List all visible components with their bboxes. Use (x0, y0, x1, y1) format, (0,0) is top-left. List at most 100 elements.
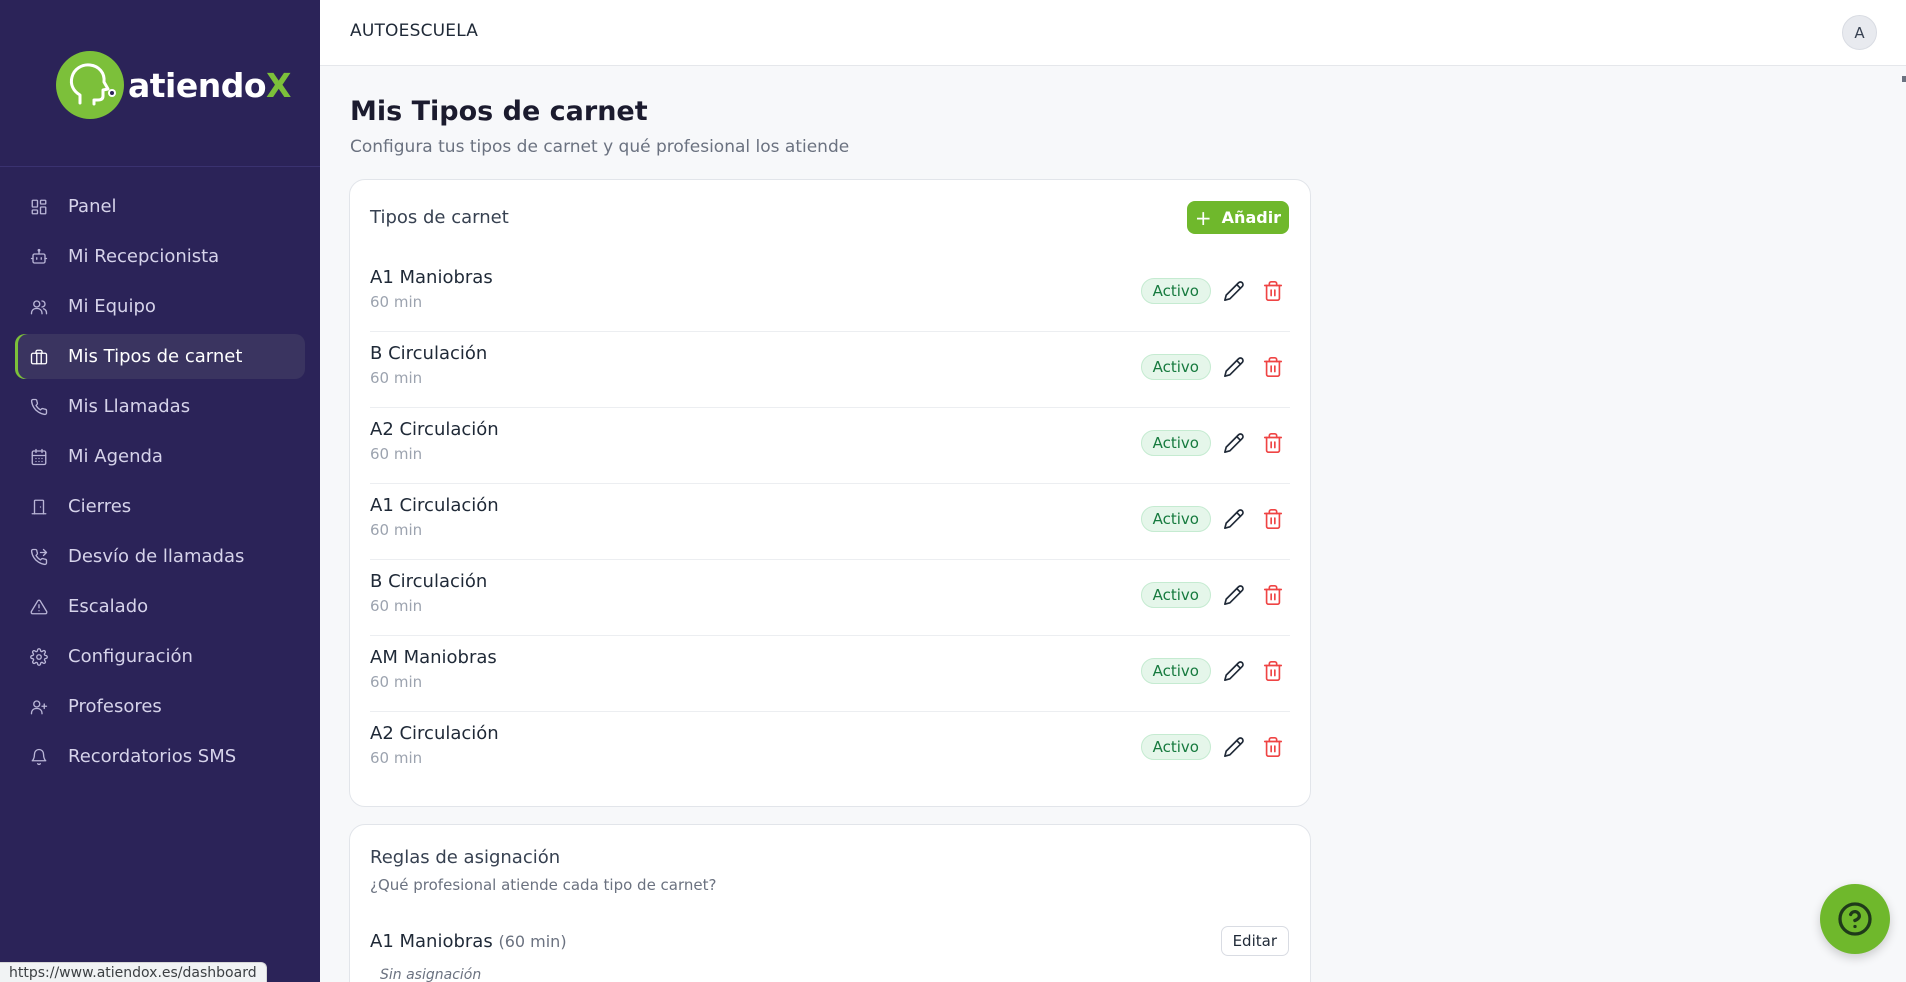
sidebar-item-profesores[interactable]: Profesores (15, 684, 305, 729)
sidebar-item-label: Panel (68, 196, 117, 217)
users-icon (29, 297, 49, 317)
company-name: AUTOESCUELA (350, 21, 479, 41)
list-item: A2 Circulación 60 min Activo (370, 408, 1290, 484)
sidebar-divider (0, 166, 320, 167)
card-title: Tipos de carnet (370, 207, 509, 228)
sidebar-item-recordatorios-sms[interactable]: Recordatorios SMS (15, 734, 305, 779)
sidebar-item-desvio-de-llamadas[interactable]: Desvío de llamadas (15, 534, 305, 579)
license-type-name: A2 Circulación (370, 723, 499, 744)
sidebar-item-label: Mis Tipos de carnet (68, 346, 243, 367)
list-item: B Circulación 60 min Activo (370, 332, 1290, 408)
add-button-label: Añadir (1221, 208, 1282, 227)
edit-icon[interactable] (1223, 508, 1245, 530)
list-item: A1 Maniobras 60 min Activo (370, 256, 1290, 332)
license-types-card: Tipos de carnet + Añadir A1 Maniobras 60… (349, 179, 1311, 807)
license-type-duration: 60 min (370, 597, 423, 615)
phone-forward-icon (29, 547, 49, 567)
status-badge: Activo (1140, 354, 1211, 380)
sidebar-item-label: Profesores (68, 696, 162, 717)
sidebar-item-cierres[interactable]: Cierres (15, 484, 305, 529)
status-badge: Activo (1140, 506, 1211, 532)
sidebar-item-configuracion[interactable]: Configuración (15, 634, 305, 679)
edit-rule-button[interactable]: Editar (1220, 926, 1289, 956)
sidebar-item-label: Escalado (68, 596, 149, 617)
license-type-duration: 60 min (370, 369, 423, 387)
bell-icon (29, 747, 49, 767)
status-bar-url: https://www.atiendox.es/dashboard (0, 962, 267, 982)
plus-icon: + (1194, 205, 1212, 230)
sidebar-item-label: Cierres (68, 496, 132, 517)
phone-icon (29, 397, 49, 417)
sidebar-item-mis-tipos-de-carnet[interactable]: Mis Tipos de carnet (15, 334, 305, 379)
status-badge: Activo (1140, 278, 1211, 304)
license-type-name: A2 Circulación (370, 419, 499, 440)
edit-icon[interactable] (1223, 584, 1245, 606)
sidebar-item-panel[interactable]: Panel (15, 184, 305, 229)
license-type-name: AM Maniobras (370, 647, 497, 668)
license-types-list: A1 Maniobras 60 min Activo B Circulación… (370, 256, 1290, 788)
door-icon (29, 497, 49, 517)
sidebar-item-escalado[interactable]: Escalado (15, 584, 305, 629)
rule-name: A1 Maniobras (60 min) (370, 931, 567, 952)
status-badge: Activo (1140, 430, 1211, 456)
page-title: Mis Tipos de carnet (350, 96, 648, 127)
license-type-name: B Circulación (370, 343, 488, 364)
trash-icon[interactable] (1262, 736, 1284, 758)
avatar[interactable]: A (1842, 15, 1877, 50)
assignment-rules-card: Reglas de asignación ¿Qué profesional at… (349, 824, 1311, 982)
scrollbar-thumb[interactable] (1902, 76, 1906, 82)
dashboard-icon (29, 197, 49, 217)
trash-icon[interactable] (1262, 660, 1284, 682)
sidebar-item-label: Mi Recepcionista (68, 246, 220, 267)
sidebar-nav: Panel Mi Recepcionista Mi Equipo Mis Tip… (15, 184, 305, 784)
trash-icon[interactable] (1262, 432, 1284, 454)
sidebar-item-mi-equipo[interactable]: Mi Equipo (15, 284, 305, 329)
sidebar-item-label: Recordatorios SMS (68, 746, 237, 767)
license-type-duration: 60 min (370, 521, 423, 539)
sidebar-item-label: Mis Llamadas (68, 396, 191, 417)
status-badge: Activo (1140, 582, 1211, 608)
sidebar-item-label: Mi Agenda (68, 446, 163, 467)
status-badge: Activo (1140, 658, 1211, 684)
calendar-icon (29, 447, 49, 467)
license-type-name: A1 Maniobras (370, 267, 493, 288)
sidebar-item-label: Configuración (68, 646, 193, 667)
add-button[interactable]: + Añadir (1187, 201, 1289, 234)
gear-icon (29, 647, 49, 667)
head-logo-icon (56, 51, 124, 119)
trash-icon[interactable] (1262, 508, 1284, 530)
sidebar: atiendoX Panel Mi Recepcionista Mi Equip… (0, 0, 320, 982)
list-item: A2 Circulación 60 min Activo (370, 712, 1290, 788)
list-item: B Circulación 60 min Activo (370, 560, 1290, 636)
edit-icon[interactable] (1223, 432, 1245, 454)
license-type-name: A1 Circulación (370, 495, 499, 516)
trash-icon[interactable] (1262, 584, 1284, 606)
briefcase-icon (29, 347, 49, 367)
list-item: AM Maniobras 60 min Activo (370, 636, 1290, 712)
edit-icon[interactable] (1223, 280, 1245, 302)
sidebar-item-label: Mi Equipo (68, 296, 156, 317)
trash-icon[interactable] (1262, 280, 1284, 302)
help-icon (1838, 902, 1872, 936)
help-button[interactable] (1820, 884, 1890, 954)
status-badge: Activo (1140, 734, 1211, 760)
edit-icon[interactable] (1223, 736, 1245, 758)
user-plus-icon (29, 697, 49, 717)
license-type-duration: 60 min (370, 673, 423, 691)
sidebar-item-mi-agenda[interactable]: Mi Agenda (15, 434, 305, 479)
trash-icon[interactable] (1262, 356, 1284, 378)
rule-assignment: Sin asignación (380, 967, 482, 982)
sidebar-item-mis-llamadas[interactable]: Mis Llamadas (15, 384, 305, 429)
sidebar-item-label: Desvío de llamadas (68, 546, 245, 567)
license-type-duration: 60 min (370, 445, 423, 463)
robot-icon (29, 247, 49, 267)
license-type-duration: 60 min (370, 749, 423, 767)
edit-icon[interactable] (1223, 356, 1245, 378)
warning-icon (29, 597, 49, 617)
card-title: Reglas de asignación (370, 847, 561, 868)
topbar: AUTOESCUELA A (320, 0, 1906, 66)
brand-logo[interactable]: atiendoX (56, 51, 291, 119)
sidebar-item-mi-recepcionista[interactable]: Mi Recepcionista (15, 234, 305, 279)
license-type-name: B Circulación (370, 571, 488, 592)
edit-icon[interactable] (1223, 660, 1245, 682)
